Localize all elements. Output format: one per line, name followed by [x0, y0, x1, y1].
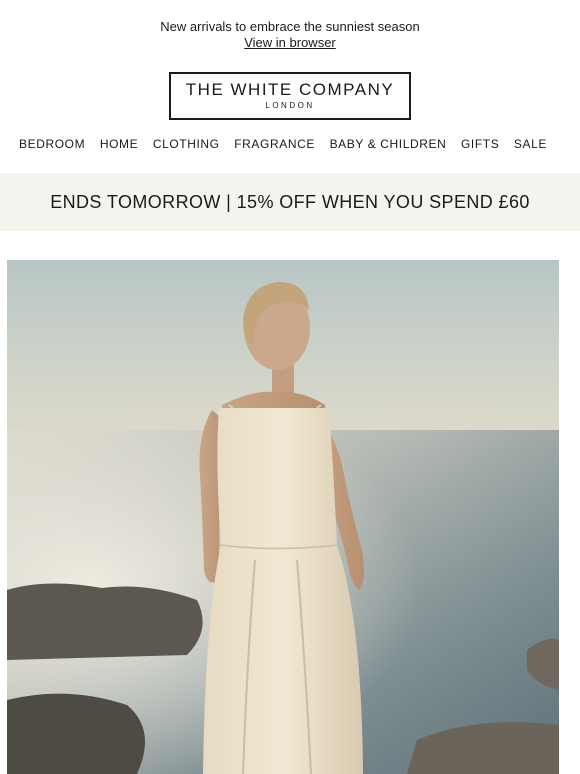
brand-logo-sub: LONDON	[265, 100, 315, 110]
nav-item-fragrance[interactable]: FRAGRANCE	[234, 137, 315, 151]
nav-item-gifts[interactable]: GIFTS	[461, 137, 499, 151]
preheader: New arrivals to embrace the sunniest sea…	[0, 0, 580, 51]
logo-wrap: THE WHITE COMPANY LONDON	[0, 72, 580, 120]
nav-item-clothing[interactable]: CLOTHING	[153, 137, 220, 151]
hero-image[interactable]	[7, 260, 559, 774]
promo-banner[interactable]: ENDS TOMORROW | 15% OFF WHEN YOU SPEND £…	[0, 173, 580, 231]
brand-logo[interactable]: THE WHITE COMPANY LONDON	[169, 72, 411, 120]
hero-photo-woman-by-sea	[7, 260, 559, 774]
promo-banner-text: ENDS TOMORROW | 15% OFF WHEN YOU SPEND £…	[50, 191, 530, 212]
view-in-browser-link[interactable]: View in browser	[244, 35, 336, 51]
brand-logo-name: THE WHITE COMPANY	[185, 79, 395, 99]
nav-item-sale[interactable]: SALE	[514, 137, 547, 151]
nav-item-baby-children[interactable]: BABY & CHILDREN	[330, 137, 447, 151]
nav-item-home[interactable]: HOME	[100, 137, 138, 151]
nav-item-bedroom[interactable]: BEDROOM	[19, 137, 85, 151]
preheader-tagline: New arrivals to embrace the sunniest sea…	[160, 19, 420, 34]
main-nav: BEDROOM HOME CLOTHING FRAGRANCE BABY & C…	[0, 137, 580, 151]
